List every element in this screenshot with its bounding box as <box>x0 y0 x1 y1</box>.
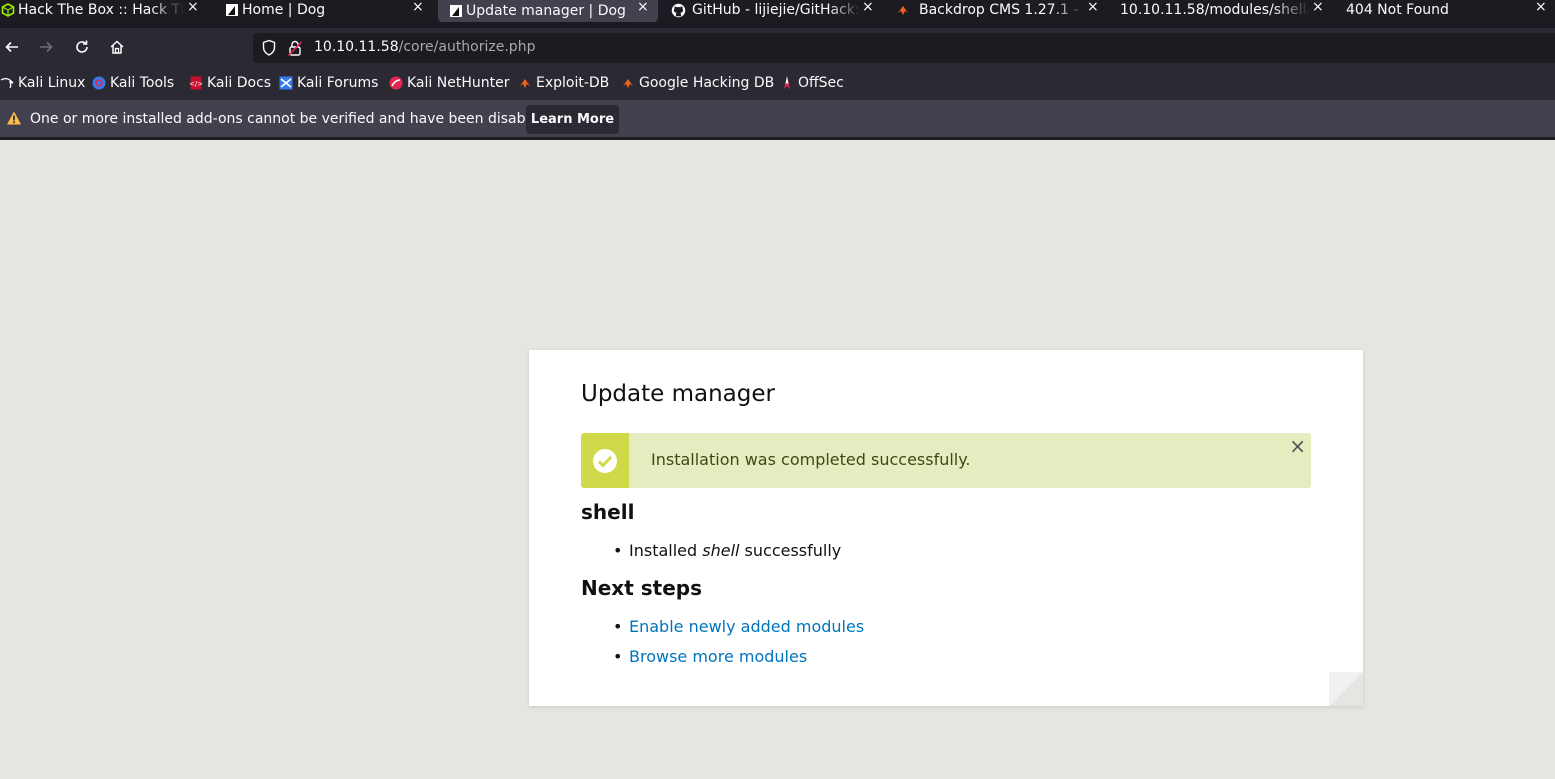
tab-title: Hack The Box :: Hack The <box>18 2 184 18</box>
tab-strip: Hack The Box :: Hack The × Home | Dog × … <box>0 0 1555 28</box>
item-suffix: successfully <box>739 541 842 560</box>
forward-arrow-icon <box>40 41 53 53</box>
bookmark-kali-linux[interactable]: Kali Linux <box>0 74 85 92</box>
url-text[interactable]: 10.10.11.58/core/authorize.php <box>314 39 535 55</box>
bookmark-label: Kali Linux <box>18 75 86 91</box>
github-icon <box>670 2 686 18</box>
module-heading: shell <box>581 500 635 524</box>
tab-404[interactable]: 404 Not Found × <box>1346 0 1555 20</box>
tab-title: Update manager | Dog <box>466 3 626 19</box>
exploit-db-icon <box>621 76 635 90</box>
reload-button[interactable] <box>70 34 94 60</box>
close-tab-icon[interactable]: × <box>637 0 649 15</box>
kali-dragon-icon <box>0 76 14 90</box>
item-prefix: Installed <box>629 541 703 560</box>
bookmark-kali-docs[interactable]: </> Kali Docs <box>189 74 271 92</box>
tab-shell-module[interactable]: 10.10.11.58/modules/shell/sh × <box>1120 0 1330 20</box>
tab-title: GitHub - lijiejie/GitHack: A <box>692 2 862 18</box>
close-tab-icon[interactable]: × <box>412 0 424 15</box>
checkmark-circle-icon <box>593 448 617 473</box>
bookmark-kali-forums[interactable]: Kali Forums <box>279 74 378 92</box>
tab-title: Backdrop CMS 1.27.1 - Aut <box>919 2 1085 18</box>
update-manager-panel: Update manager Installation was complete… <box>529 350 1363 706</box>
back-button[interactable] <box>0 34 24 60</box>
exploit-db-icon <box>518 76 532 90</box>
close-tab-icon[interactable]: × <box>862 0 874 15</box>
bookmark-label: Kali NetHunter <box>407 75 510 91</box>
notification-message: One or more installed add-ons cannot be … <box>30 111 552 127</box>
home-icon <box>110 40 124 54</box>
learn-more-button[interactable]: Learn More <box>526 105 619 134</box>
bookmark-offsec[interactable]: OffSec <box>780 74 844 92</box>
home-button[interactable] <box>105 34 129 60</box>
page-title: Update manager <box>581 381 775 407</box>
bookmark-label: Kali Tools <box>110 75 175 91</box>
forward-button[interactable] <box>34 34 58 60</box>
dog-site-icon <box>224 2 240 18</box>
close-tab-icon[interactable]: × <box>1535 0 1547 15</box>
bookmarks-toolbar: Kali Linux Kali Tools </> Kali Docs Kali… <box>0 66 1555 100</box>
close-tab-icon[interactable]: × <box>1312 0 1324 15</box>
dog-site-icon <box>448 3 464 19</box>
addon-warning-notification: One or more installed add-ons cannot be … <box>0 100 1555 140</box>
bookmark-label: Kali Forums <box>297 75 379 91</box>
browse-modules-link[interactable]: Browse more modules <box>629 647 807 666</box>
success-message-box: Installation was completed successfully.… <box>581 433 1311 488</box>
tab-title: 404 Not Found <box>1346 2 1449 18</box>
bookmark-label: Google Hacking DB <box>639 75 775 91</box>
tab-update-manager[interactable]: Update manager | Dog × <box>438 0 658 22</box>
insecure-lock-icon[interactable] <box>287 39 303 61</box>
tab-backdrop-exploit[interactable]: Backdrop CMS 1.27.1 - Aut × <box>895 0 1105 20</box>
next-steps-heading: Next steps <box>581 576 702 600</box>
kali-nethunter-icon <box>389 76 403 90</box>
tab-home-dog[interactable]: Home | Dog × <box>224 0 434 20</box>
close-tab-icon[interactable]: × <box>1087 0 1099 15</box>
offsec-icon <box>780 76 794 90</box>
hackthebox-icon <box>0 2 16 18</box>
url-path: /core/authorize.php <box>398 39 536 55</box>
bookmark-label: Kali Docs <box>207 75 272 91</box>
kali-tools-icon <box>92 76 106 90</box>
bookmark-kali-nethunter[interactable]: Kali NetHunter <box>389 74 509 92</box>
tab-hackthebox[interactable]: Hack The Box :: Hack The × <box>0 0 200 20</box>
bookmark-google-hacking-db[interactable]: Google Hacking DB <box>621 74 774 92</box>
kali-docs-icon: </> <box>189 76 203 90</box>
bookmark-kali-tools[interactable]: Kali Tools <box>92 74 174 92</box>
bookmark-label: OffSec <box>798 75 844 91</box>
bookmark-exploit-db[interactable]: Exploit-DB <box>518 74 609 92</box>
exploit-db-icon <box>895 2 911 18</box>
page-corner-fold <box>1329 672 1363 706</box>
svg-text:</>: </> <box>190 80 202 88</box>
tab-title: Home | Dog <box>242 2 326 18</box>
list-item: • Enable newly added modules <box>613 617 865 636</box>
module-result-list: • Installed shell successfully <box>613 540 841 570</box>
success-message-text: Installation was completed successfully. <box>651 450 971 469</box>
list-item: • Installed shell successfully <box>613 541 842 560</box>
bookmark-label: Exploit-DB <box>536 75 610 91</box>
next-steps-list: • Enable newly added modules • Browse more… <box>613 616 864 676</box>
enable-modules-link[interactable]: Enable newly added modules <box>629 617 864 636</box>
url-host: 10.10.11.58 <box>314 39 399 55</box>
tab-title: 10.10.11.58/modules/shell/sh <box>1120 2 1310 18</box>
item-module-name: shell <box>702 541 740 560</box>
back-arrow-icon <box>5 41 18 53</box>
kali-forums-icon <box>279 76 293 90</box>
close-tab-icon[interactable]: × <box>187 0 199 15</box>
reload-icon <box>76 40 88 53</box>
dismiss-message-icon[interactable]: × <box>1289 436 1306 456</box>
warning-icon <box>6 110 22 130</box>
success-band <box>581 433 629 488</box>
list-item: • Browse more modules <box>613 647 808 666</box>
tracking-protection-shield-icon[interactable] <box>261 39 277 61</box>
address-bar[interactable]: 10.10.11.58/core/authorize.php <box>253 33 1555 63</box>
tab-github-githack[interactable]: GitHub - lijiejie/GitHack: A × <box>670 0 880 20</box>
